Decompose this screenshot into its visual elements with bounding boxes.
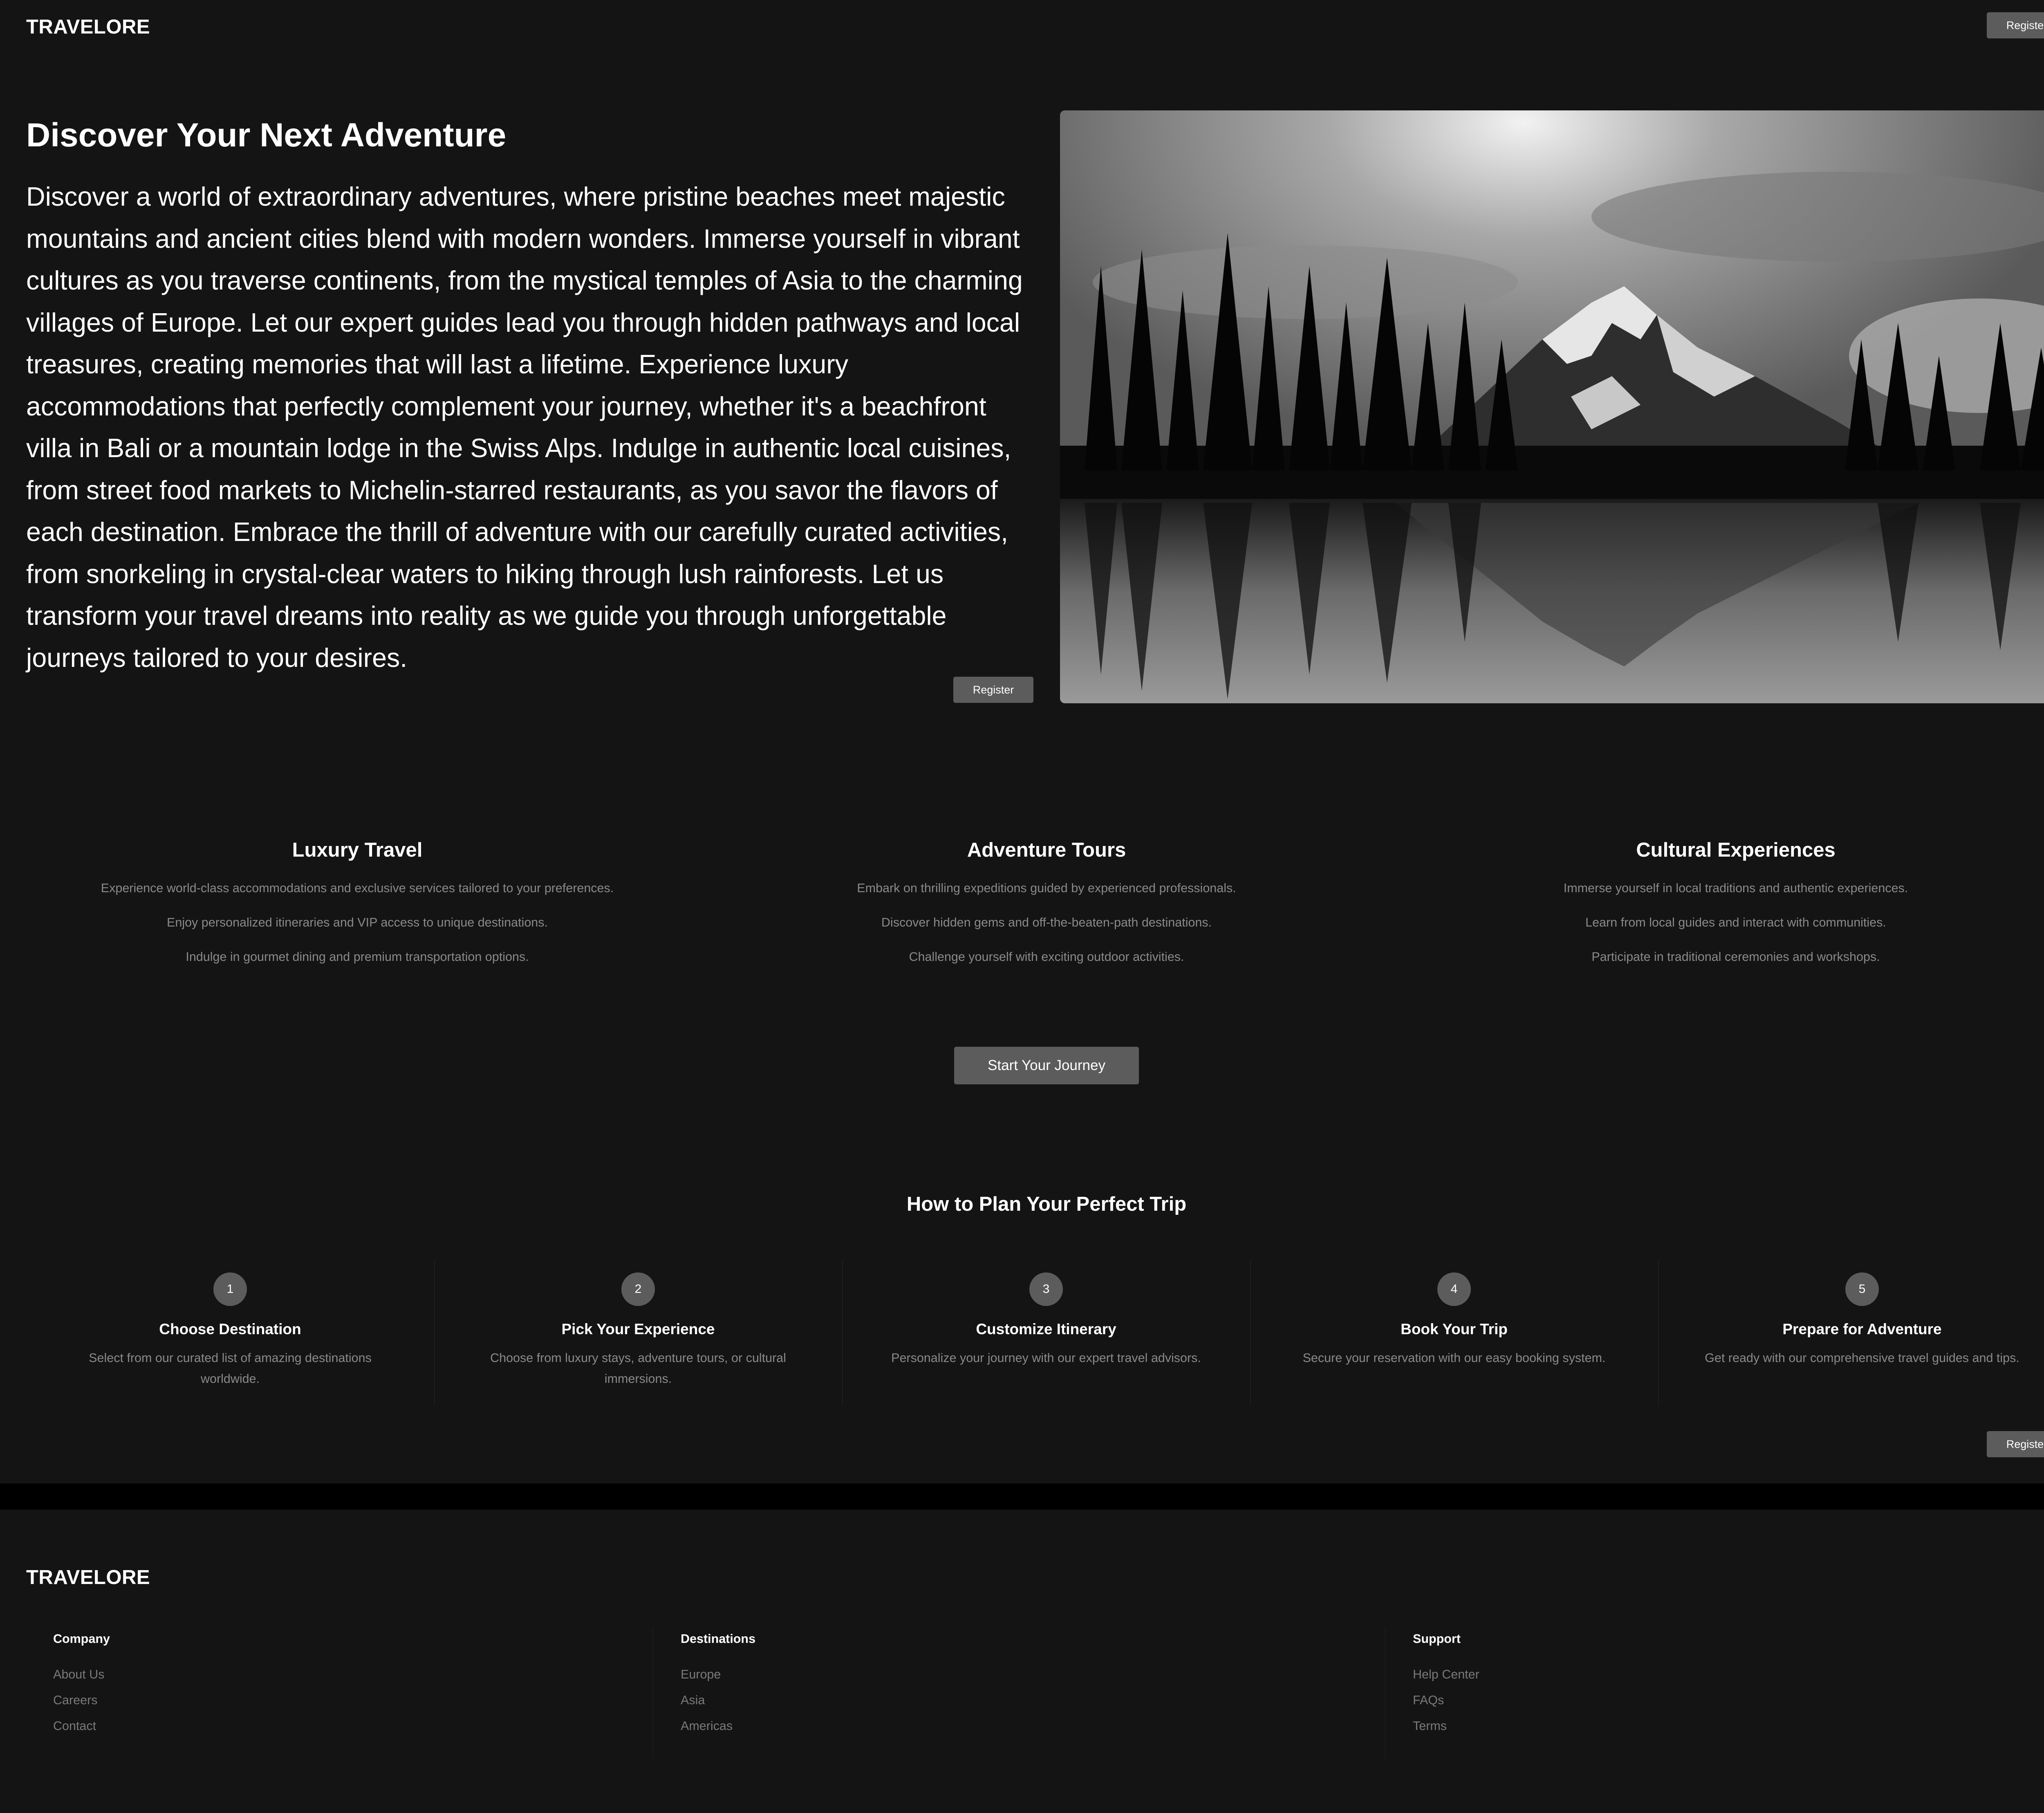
feature-line: Immerse yourself in local traditions and… <box>1563 881 1908 895</box>
step-number-badge: 4 <box>1437 1272 1471 1306</box>
feature-line: Challenge yourself with exciting outdoor… <box>909 950 1184 964</box>
footer-link-asia[interactable]: Asia <box>681 1687 1385 1713</box>
step-choose-destination: 1 Choose Destination Select from our cur… <box>26 1260 435 1406</box>
step-number-badge: 3 <box>1029 1272 1063 1306</box>
feature-cultural-experiences: Cultural Experiences Immerse yourself in… <box>1413 834 2044 974</box>
footer-column-destinations: Destinations Europe Asia Americas <box>681 1627 1385 1758</box>
footer-column-heading: Support <box>1413 1632 1461 1646</box>
step-number-badge: 1 <box>213 1272 247 1306</box>
feature-title: Luxury Travel <box>292 839 423 861</box>
header-logo[interactable]: TRAVELORE <box>26 16 150 38</box>
feature-luxury-travel: Luxury Travel Experience world-class acc… <box>34 834 680 974</box>
step-prepare-adventure: 5 Prepare for Adventure Get ready with o… <box>1658 1260 2044 1406</box>
hero-description: Discover a world of extraordinary advent… <box>26 182 1023 673</box>
footer-link-help-center[interactable]: Help Center <box>1413 1662 1985 1687</box>
footer-column-heading: Company <box>53 1632 110 1646</box>
step-customize-itinerary: 3 Customize Itinerary Personalize your j… <box>842 1260 1251 1406</box>
footer-column-heading: Destinations <box>681 1632 756 1646</box>
step-title: Book Your Trip <box>1401 1321 1508 1337</box>
steps-section-title: How to Plan Your Perfect Trip <box>906 1193 1187 1215</box>
step-title: Prepare for Adventure <box>1782 1321 1942 1337</box>
step-number-badge: 2 <box>621 1272 655 1306</box>
feature-line: Embark on thrilling expeditions guided b… <box>857 881 1236 895</box>
footer-column-company: Company About Us Careers Contact <box>53 1627 653 1758</box>
footer-column-support: Support Help Center FAQs Terms <box>1413 1627 1985 1758</box>
step-number-badge: 5 <box>1845 1272 1879 1306</box>
feature-title: Cultural Experiences <box>1636 839 1836 861</box>
footer-link-europe[interactable]: Europe <box>681 1662 1385 1687</box>
footer-link-careers[interactable]: Careers <box>53 1687 652 1713</box>
footer-link-faqs[interactable]: FAQs <box>1413 1687 1985 1713</box>
feature-line: Participate in traditional ceremonies an… <box>1591 950 1880 964</box>
step-description: Select from our curated list of amazing … <box>89 1351 372 1386</box>
step-description: Get ready with our comprehensive travel … <box>1705 1351 2019 1365</box>
footer-logo[interactable]: TRAVELORE <box>26 1566 150 1589</box>
header-register-button[interactable]: Register <box>1987 12 2044 38</box>
step-book-trip: 4 Book Your Trip Secure your reservation… <box>1250 1260 1659 1406</box>
steps-register-button[interactable]: Register <box>1987 1431 2044 1457</box>
footer-link-terms[interactable]: Terms <box>1413 1713 1985 1739</box>
feature-title: Adventure Tours <box>967 839 1126 861</box>
feature-adventure-tours: Adventure Tours Embark on thrilling expe… <box>724 834 1369 974</box>
hero-mountain-lake-image <box>1060 110 2044 703</box>
footer-link-contact[interactable]: Contact <box>53 1713 652 1739</box>
feature-line: Indulge in gourmet dining and premium tr… <box>186 950 529 964</box>
step-description: Choose from luxury stays, adventure tour… <box>490 1351 786 1386</box>
feature-line: Experience world-class accommodations an… <box>101 881 614 895</box>
mountain-lake-illustration <box>1060 110 2044 703</box>
step-description: Personalize your journey with our expert… <box>891 1351 1201 1365</box>
footer-link-about-us[interactable]: About Us <box>53 1662 652 1687</box>
step-description: Secure your reservation with our easy bo… <box>1302 1351 1606 1365</box>
footer-link-americas[interactable]: Americas <box>681 1713 1385 1739</box>
feature-line: Enjoy personalized itineraries and VIP a… <box>167 915 548 929</box>
section-divider <box>0 1483 2044 1510</box>
step-title: Choose Destination <box>159 1321 301 1337</box>
feature-line: Discover hidden gems and off-the-beaten-… <box>881 915 1212 929</box>
hero-register-button[interactable]: Register <box>953 677 1033 703</box>
hero-title: Discover Your Next Adventure <box>26 117 507 154</box>
start-your-journey-button[interactable]: Start Your Journey <box>954 1047 1139 1084</box>
step-title: Pick Your Experience <box>561 1321 715 1337</box>
feature-line: Learn from local guides and interact wit… <box>1585 915 1886 929</box>
step-title: Customize Itinerary <box>976 1321 1116 1337</box>
step-pick-experience: 2 Pick Your Experience Choose from luxur… <box>434 1260 843 1406</box>
